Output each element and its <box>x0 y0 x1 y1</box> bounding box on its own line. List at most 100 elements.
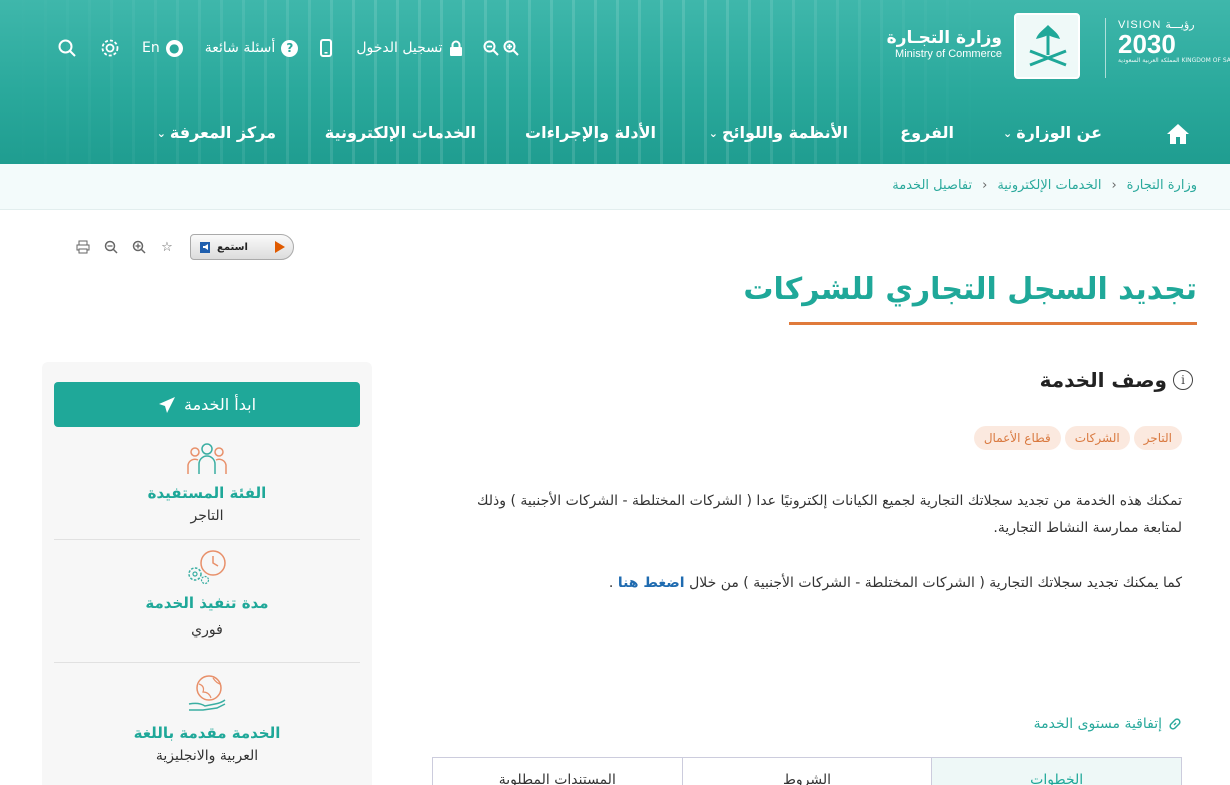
tab-required-documents[interactable]: المستندات المطلوبة <box>433 758 682 785</box>
service-sidebar: ابدأ الخدمة الفئة المستفيدة التاجر مدة ت… <box>42 362 372 785</box>
nav-eservices-label: الخدمات الإلكترونية <box>324 123 476 142</box>
divider <box>54 662 360 663</box>
chevron-down-icon: ⌄ <box>708 127 718 140</box>
beneficiary-block: الفئة المستفيدة التاجر <box>54 442 360 524</box>
listen-label: استمع <box>217 241 248 253</box>
sla-link[interactable]: إتفاقية مستوى الخدمة <box>1034 716 1182 732</box>
tag-list: التاجر الشركات قطاع الأعمال <box>973 426 1182 450</box>
nav-branches[interactable]: الفروع <box>900 123 954 142</box>
faq-link[interactable]: أسئلة شائعة ? <box>204 39 299 57</box>
link-icon <box>1169 718 1181 730</box>
nav-guides[interactable]: الأدلة والإجراءات <box>525 123 656 142</box>
title-underline <box>789 322 1197 325</box>
ministry-name-en: Ministry of Commerce <box>895 48 1002 60</box>
click-here-link[interactable]: اضغط هنا <box>618 575 685 591</box>
tag-companies[interactable]: الشركات <box>1064 426 1130 450</box>
chevron-left-icon: ‹ <box>982 178 988 193</box>
duration-value: فوري <box>191 622 223 638</box>
nav-knowledge[interactable]: مركز المعرفة⌄ <box>157 123 276 142</box>
language-switch[interactable]: En ● <box>142 39 183 57</box>
description-end: . <box>608 575 614 591</box>
tab-conditions[interactable]: الشروط <box>681 758 932 785</box>
mobile-icon <box>320 39 333 57</box>
chevron-left-icon: ‹ <box>1111 178 1117 193</box>
login-link[interactable]: تسجيل الدخول <box>356 40 462 56</box>
login-label: تسجيل الدخول <box>356 40 443 56</box>
zoom-in-icon[interactable] <box>130 238 148 256</box>
beneficiary-title: الفئة المستفيدة <box>147 484 267 502</box>
nav-knowledge-label: مركز المعرفة <box>169 123 276 142</box>
zoom-out-icon[interactable] <box>102 238 120 256</box>
description-text: كما يمكنك تجديد سجلاتك التجارية ( الشركا… <box>689 575 1182 591</box>
duration-block: مدة تنفيذ الخدمة فوري <box>54 548 360 638</box>
vision-2030-logo[interactable]: VISION رؤيـــة 2030 المملكة العربية السع… <box>1118 18 1230 78</box>
top-utilities: En ● أسئلة شائعة ? تسجيل الدخول <box>58 36 519 60</box>
play-icon <box>275 241 285 253</box>
clock-gear-icon <box>188 550 226 585</box>
breadcrumb-item-ministry[interactable]: وزارة التجارة <box>1127 178 1197 193</box>
zoom-in-icon[interactable] <box>503 40 519 56</box>
zoom-controls <box>483 40 519 56</box>
users-icon <box>187 443 227 474</box>
nav-about-label: عن الوزارة <box>1016 123 1102 142</box>
lock-icon <box>449 40 462 56</box>
home-icon <box>1167 124 1189 144</box>
globe-hand-icon <box>188 675 226 711</box>
gear-icon <box>101 39 119 57</box>
globe-icon: ● <box>165 39 183 57</box>
beneficiary-value: التاجر <box>190 508 224 524</box>
start-service-label: ابدأ الخدمة <box>183 395 257 414</box>
print-icon[interactable] <box>74 238 92 256</box>
language-label: En <box>142 40 160 56</box>
breadcrumb-item-eservices[interactable]: الخدمات الإلكترونية <box>997 178 1101 193</box>
tab-steps[interactable]: الخطوات <box>931 758 1181 785</box>
nav-branches-label: الفروع <box>900 123 954 142</box>
star-icon[interactable]: ☆ <box>158 238 176 256</box>
start-service-button[interactable]: ابدأ الخدمة <box>54 382 360 427</box>
nav-guides-label: الأدلة والإجراءات <box>525 123 656 142</box>
language-value: العربية والانجليزية <box>155 748 259 764</box>
language-block: الخدمة مقدمة باللغة العربية والانجليزية <box>54 672 360 764</box>
language-title: الخدمة مقدمة باللغة <box>133 724 281 742</box>
chevron-down-icon: ⌄ <box>1003 127 1013 140</box>
info-icon: i <box>1173 370 1193 390</box>
saudi-emblem-logo[interactable] <box>1014 13 1080 79</box>
breadcrumb-item-current: تفاصيل الخدمة <box>892 178 973 193</box>
description-paragraph: تمكنك هذه الخدمة من تجديد سجلاتك التجاري… <box>476 493 1182 536</box>
tag-merchant[interactable]: التاجر <box>1133 426 1182 450</box>
paper-plane-icon <box>158 396 175 413</box>
section-header: i وصف الخدمة <box>1040 368 1193 392</box>
breadcrumb: وزارة التجارة ‹ الخدمات الإلكترونية ‹ تف… <box>892 178 1197 193</box>
divider <box>54 539 360 540</box>
listen-button[interactable]: استمع <box>190 234 294 260</box>
chevron-down-icon: ⌄ <box>156 127 166 140</box>
speaker-icon <box>200 242 210 253</box>
description-paragraph-2: كما يمكنك تجديد سجلاتك التجارية ( الشركا… <box>442 570 1182 597</box>
nav-eservices[interactable]: الخدمات الإلكترونية <box>325 123 476 142</box>
vision-kingdom: المملكة العربية السعودية KINGDOM OF SAUD… <box>1118 57 1230 64</box>
tag-business-sector[interactable]: قطاع الأعمال <box>973 426 1061 450</box>
nav-regulations-label: الأنظمة واللوائح <box>721 123 848 142</box>
vision-year: 2030 <box>1118 29 1176 59</box>
page-tools: ☆ استمع <box>74 233 294 261</box>
faq-label: أسئلة شائعة <box>204 40 276 56</box>
duration-title: مدة تنفيذ الخدمة <box>145 594 269 612</box>
nav-about[interactable]: عن الوزارة⌄ <box>1003 123 1102 142</box>
logo-divider <box>1105 18 1106 78</box>
breadcrumb-bar: وزارة التجارة ‹ الخدمات الإلكترونية ‹ تف… <box>0 164 1230 210</box>
mobile-link[interactable] <box>320 39 333 57</box>
service-tabs: الخطوات الشروط المستندات المطلوبة <box>432 757 1182 785</box>
search-button[interactable] <box>58 39 76 57</box>
nav-home[interactable] <box>1166 123 1190 149</box>
sla-label: إتفاقية مستوى الخدمة <box>1033 716 1162 732</box>
nav-regulations[interactable]: الأنظمة واللوائح⌄ <box>709 123 848 142</box>
settings-button[interactable] <box>100 38 120 58</box>
ministry-name-ar: وزارة التجـارة <box>886 28 1002 48</box>
zoom-out-icon[interactable] <box>483 40 499 56</box>
section-title: وصف الخدمة <box>1039 368 1167 392</box>
page-title: تجديد السجل التجاري للشركات <box>743 272 1197 307</box>
site-header: VISION رؤيـــة 2030 المملكة العربية السع… <box>0 0 1230 164</box>
main-navigation: عن الوزارة⌄ الفروع الأنظمة واللوائح⌄ الأ… <box>0 115 1230 155</box>
question-icon: ? <box>281 39 299 57</box>
ministry-name[interactable]: وزارة التجـارة Ministry of Commerce <box>887 28 1002 60</box>
